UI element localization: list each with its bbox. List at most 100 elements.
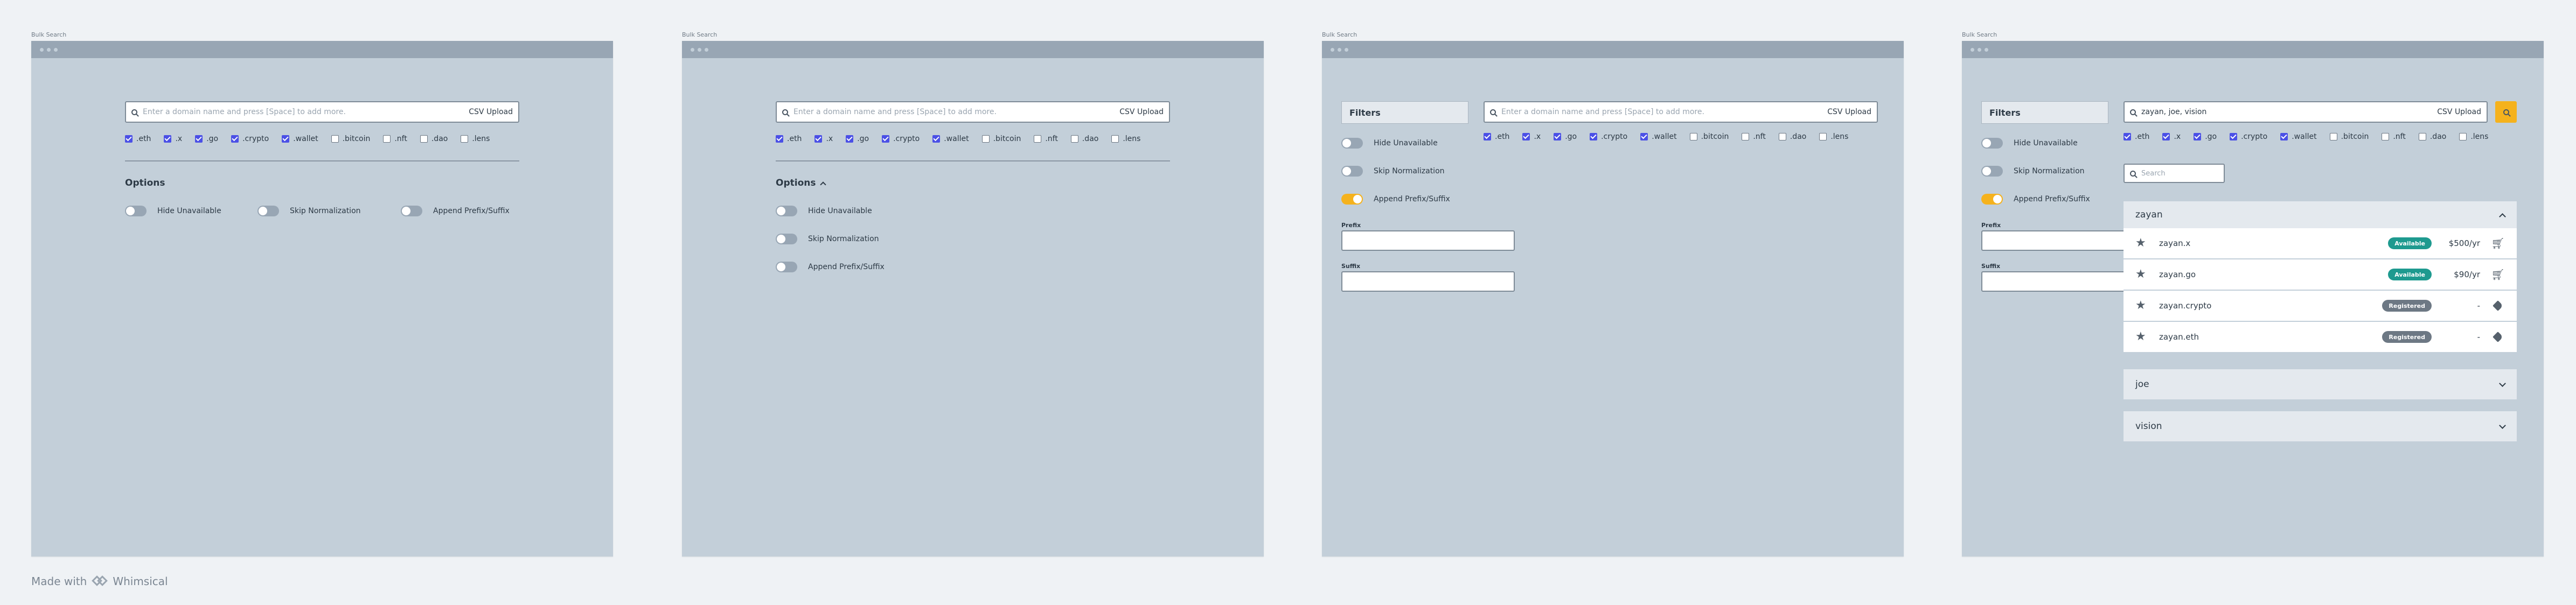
csv-upload-button[interactable]: CSV Upload — [1119, 108, 1164, 116]
tld-checkbox[interactable]: .wallet — [282, 135, 318, 143]
tag-icon[interactable] — [2491, 300, 2505, 311]
checkbox-checked-icon[interactable] — [2230, 133, 2238, 140]
domain-search-input[interactable]: Enter a domain name and press [Space] to… — [125, 101, 519, 123]
toggle-switch[interactable] — [1341, 166, 1363, 177]
made-with-footer[interactable]: Made with Whimsical — [31, 575, 168, 588]
tld-checkbox[interactable]: .go — [195, 135, 218, 143]
toggle-switch[interactable] — [125, 206, 147, 216]
skip-normalization-toggle-row[interactable]: Skip Normalization — [1981, 166, 2085, 177]
result-row[interactable]: ★ zayan.go Available $90/yr 🛒︎ — [2124, 259, 2517, 291]
checkbox-empty-icon[interactable] — [1819, 133, 1827, 140]
checkbox-empty-icon[interactable] — [2382, 133, 2390, 140]
prefix-input[interactable] — [1341, 230, 1515, 251]
search-submit-button[interactable] — [2495, 101, 2517, 123]
toggle-switch[interactable] — [257, 206, 279, 216]
tld-checkbox[interactable]: .nft — [1034, 135, 1058, 143]
checkbox-empty-icon[interactable] — [2459, 133, 2467, 140]
tld-checkbox[interactable]: .bitcoin — [2329, 132, 2369, 141]
checkbox-checked-icon[interactable] — [164, 135, 172, 143]
star-icon[interactable]: ★ — [2135, 300, 2148, 312]
toggle-switch[interactable] — [1981, 138, 2003, 149]
result-group-header-zayan[interactable]: zayan — [2124, 201, 2517, 228]
options-heading[interactable]: Options — [776, 178, 827, 188]
tld-checkbox[interactable]: .dao — [1070, 135, 1098, 143]
csv-upload-button[interactable]: CSV Upload — [469, 108, 513, 116]
tld-checkbox[interactable]: .eth — [776, 135, 802, 143]
skip-normalization-toggle-row[interactable]: Skip Normalization — [776, 234, 879, 244]
checkbox-empty-icon[interactable] — [1689, 133, 1697, 140]
toggle-switch[interactable] — [776, 206, 797, 216]
tld-checkbox[interactable]: .crypto — [231, 135, 269, 143]
suffix-input[interactable] — [1341, 271, 1515, 292]
checkbox-checked-icon[interactable] — [882, 135, 890, 143]
tld-checkbox[interactable]: .lens — [2459, 132, 2488, 141]
toggle-switch[interactable] — [776, 234, 797, 244]
checkbox-checked-icon[interactable] — [776, 135, 783, 143]
tld-checkbox[interactable]: .crypto — [2230, 132, 2267, 141]
hide-unavailable-toggle-row[interactable]: Hide Unavailable — [1341, 138, 1438, 149]
toggle-switch[interactable] — [401, 206, 422, 216]
checkbox-checked-icon[interactable] — [231, 135, 239, 143]
checkbox-empty-icon[interactable] — [461, 135, 469, 143]
result-row[interactable]: ★ zayan.crypto Registered - — [2124, 291, 2517, 322]
append-prefix-suffix-toggle-row[interactable]: Append Prefix/Suffix — [1341, 194, 1450, 205]
checkbox-empty-icon[interactable] — [331, 135, 339, 143]
tld-checkbox[interactable]: .wallet — [1640, 132, 1677, 141]
tld-checkbox[interactable]: .eth — [2124, 132, 2149, 141]
checkbox-checked-icon[interactable] — [2194, 133, 2202, 140]
result-group-header-joe[interactable]: joe — [2124, 369, 2517, 399]
toggle-switch-on[interactable] — [1341, 194, 1363, 205]
tld-checkbox[interactable]: .go — [846, 135, 869, 143]
domain-search-input[interactable]: Enter a domain name and press [Space] to… — [776, 101, 1170, 123]
checkbox-empty-icon[interactable] — [1070, 135, 1078, 143]
star-icon[interactable]: ★ — [2135, 269, 2148, 280]
tld-checkbox[interactable]: .go — [2194, 132, 2217, 141]
checkbox-empty-icon[interactable] — [1742, 133, 1750, 140]
tld-checkbox[interactable]: .crypto — [882, 135, 920, 143]
hide-unavailable-toggle-row[interactable]: Hide Unavailable — [1981, 138, 2078, 149]
append-prefix-suffix-toggle-row[interactable]: Append Prefix/Suffix — [1981, 194, 2090, 205]
tld-checkbox[interactable]: .bitcoin — [331, 135, 370, 143]
tld-checkbox[interactable]: .bitcoin — [1689, 132, 1729, 141]
tld-checkbox[interactable]: .lens — [461, 135, 490, 143]
tld-checkbox[interactable]: .lens — [1819, 132, 1848, 141]
checkbox-checked-icon[interactable] — [932, 135, 941, 143]
csv-upload-button[interactable]: CSV Upload — [2437, 108, 2481, 116]
tld-checkbox[interactable]: .eth — [125, 135, 151, 143]
hide-unavailable-toggle-row[interactable]: Hide Unavailable — [776, 206, 872, 216]
checkbox-empty-icon[interactable] — [1111, 135, 1119, 143]
domain-search-input[interactable]: zayan, joe, vision CSV Upload — [2124, 101, 2488, 123]
checkbox-empty-icon[interactable] — [383, 135, 391, 143]
tld-checkbox[interactable]: .bitcoin — [981, 135, 1021, 143]
tld-checkbox[interactable]: .crypto — [1590, 132, 1627, 141]
options-heading[interactable]: Options — [125, 178, 165, 188]
checkbox-empty-icon[interactable] — [420, 135, 428, 143]
tld-checkbox[interactable]: .eth — [1484, 132, 1509, 141]
result-row[interactable]: ★ zayan.x Available $500/yr 🛒︎ — [2124, 228, 2517, 259]
checkbox-checked-icon[interactable] — [1554, 133, 1562, 140]
tld-checkbox[interactable]: .dao — [2418, 132, 2446, 141]
checkbox-empty-icon[interactable] — [2329, 133, 2337, 140]
csv-upload-button[interactable]: CSV Upload — [1827, 108, 1871, 116]
tld-checkbox[interactable]: .wallet — [932, 135, 969, 143]
result-group-header-vision[interactable]: vision — [2124, 411, 2517, 441]
star-icon[interactable]: ★ — [2135, 331, 2148, 343]
toggle-switch[interactable] — [1341, 138, 1363, 149]
toggle-switch-on[interactable] — [1981, 194, 2003, 205]
checkbox-empty-icon[interactable] — [1778, 133, 1786, 140]
skip-normalization-toggle-row[interactable]: Skip Normalization — [1341, 166, 1445, 177]
tld-checkbox[interactable]: .nft — [1742, 132, 1766, 141]
checkbox-empty-icon[interactable] — [2418, 133, 2426, 140]
cart-icon[interactable]: 🛒︎ — [2491, 268, 2505, 281]
star-icon[interactable]: ★ — [2135, 237, 2148, 249]
tld-checkbox[interactable]: .nft — [2382, 132, 2406, 141]
checkbox-empty-icon[interactable] — [981, 135, 990, 143]
checkbox-checked-icon[interactable] — [814, 135, 823, 143]
tld-checkbox[interactable]: .dao — [420, 135, 448, 143]
checkbox-checked-icon[interactable] — [2280, 133, 2288, 140]
checkbox-checked-icon[interactable] — [282, 135, 290, 143]
cart-icon[interactable]: 🛒︎ — [2491, 237, 2505, 250]
checkbox-checked-icon[interactable] — [2124, 133, 2131, 140]
domain-search-input[interactable]: Enter a domain name and press [Space] to… — [1484, 101, 1878, 123]
tld-checkbox[interactable]: .x — [814, 135, 833, 143]
